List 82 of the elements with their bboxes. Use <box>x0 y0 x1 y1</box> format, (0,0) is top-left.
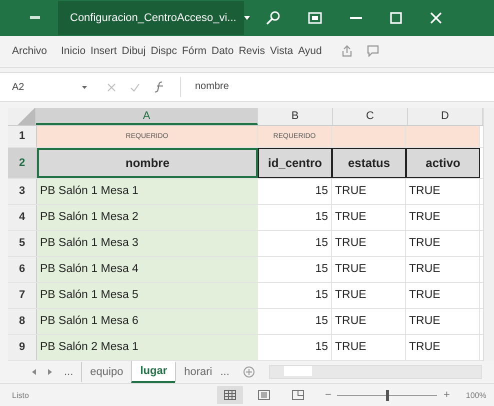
check-icon[interactable] <box>130 82 140 92</box>
table-cell: TRUE <box>332 230 406 256</box>
table-cell: PB Salón 1 Mesa 6 <box>37 308 258 334</box>
zoom-in-button[interactable]: + <box>443 389 450 402</box>
table-cell: 15 <box>258 230 332 256</box>
ribbon-tab[interactable]: Dibuj <box>122 45 146 58</box>
table-cell: TRUE <box>332 334 406 360</box>
search-icon[interactable] <box>266 10 280 25</box>
ribbon-tab[interactable]: Insert <box>90 45 117 58</box>
table-cell: TRUE <box>332 282 406 308</box>
more-sheets-button[interactable]: ... <box>64 366 74 378</box>
more-sheets-button[interactable]: ... <box>220 366 230 378</box>
table-cell: 15 <box>258 308 332 334</box>
table-cell: PB Salón 1 Mesa 4 <box>37 256 258 282</box>
table-cell: id_centro <box>258 148 332 178</box>
table-cell: 15 <box>258 204 332 230</box>
next-sheet-icon[interactable] <box>48 369 52 376</box>
status-text: Listo <box>12 390 30 400</box>
table-cell: 15 <box>258 256 332 282</box>
ribbon-tab[interactable]: Revis <box>238 45 265 58</box>
table-cell: TRUE <box>332 256 406 282</box>
row-header[interactable]: 7 <box>8 282 37 308</box>
add-sheet-icon[interactable] <box>243 366 256 378</box>
column-header[interactable]: A <box>36 108 258 125</box>
table-cell: activo <box>406 148 480 178</box>
ribbon-tab[interactable]: Vista <box>270 45 294 58</box>
ribbon-tab[interactable]: Ayud <box>298 45 322 58</box>
table-cell: 15 <box>258 178 332 204</box>
minimize-icon[interactable] <box>350 16 362 19</box>
sheet-tab[interactable]: horari <box>175 362 220 382</box>
ribbon-tab[interactable]: Dispc <box>150 45 177 58</box>
sheet-tab[interactable]: lugar <box>131 361 176 384</box>
formula-field[interactable]: nombre <box>180 77 494 98</box>
ribbon-tab[interactable]: Archivo <box>12 45 48 58</box>
table-cell: TRUE <box>406 334 480 360</box>
row-header[interactable]: 9 <box>8 334 37 360</box>
row-header[interactable]: 5 <box>8 230 37 256</box>
table-cell: TRUE <box>406 230 480 256</box>
table-cell: 15 <box>258 282 332 308</box>
row-header[interactable]: 6 <box>8 256 37 282</box>
name-box[interactable]: A2 <box>0 82 82 93</box>
display-icon[interactable] <box>308 12 322 24</box>
row-header[interactable]: 8 <box>8 308 37 334</box>
table-cell: PB Salón 1 Mesa 1 <box>37 178 258 204</box>
table-cell: PB Salón 1 Mesa 5 <box>37 282 258 308</box>
row-header[interactable]: 2 <box>8 148 37 178</box>
table-cell: TRUE <box>406 256 480 282</box>
table-cell: TRUE <box>406 178 480 204</box>
caret-icon[interactable] <box>82 86 87 89</box>
table-cell: TRUE <box>406 282 480 308</box>
window-title: Configuracion_CentroAcceso_vi... <box>58 0 244 35</box>
table-cell: TRUE <box>332 178 406 204</box>
ribbon-tab[interactable]: Inicio <box>61 45 86 58</box>
table-cell: estatus <box>332 148 406 178</box>
share-icon[interactable] <box>340 45 353 58</box>
previous-sheet-icon[interactable] <box>32 369 36 376</box>
table-cell: TRUE <box>332 204 406 230</box>
table-cell: 15 <box>258 334 332 360</box>
table-cell: TRUE <box>332 308 406 334</box>
comment-icon[interactable] <box>366 45 379 58</box>
column-header[interactable]: C <box>333 108 408 125</box>
table-cell: PB Salón 2 Mesa 1 <box>37 334 258 360</box>
zoom-out-button[interactable]: − <box>325 389 332 402</box>
function-icon[interactable] <box>154 81 166 94</box>
caret-icon[interactable] <box>244 16 250 20</box>
maximize-icon[interactable] <box>390 12 402 24</box>
horizontal-scrollbar[interactable] <box>269 365 482 380</box>
zoom-level: 100% <box>466 390 486 400</box>
row-header[interactable]: 4 <box>8 204 37 230</box>
close-icon[interactable] <box>430 12 442 24</box>
table-cell: PB Salón 1 Mesa 3 <box>37 230 258 256</box>
column-header[interactable]: B <box>258 108 333 125</box>
row-header[interactable]: 1 <box>8 126 37 147</box>
normal-view-icon[interactable] <box>217 386 243 404</box>
ribbon-tab[interactable]: Fórm <box>182 45 206 58</box>
row-header[interactable]: 3 <box>8 178 37 204</box>
table-cell: TRUE <box>406 308 480 334</box>
menu-icon[interactable] <box>30 16 40 20</box>
table-cell: PB Salón 1 Mesa 2 <box>37 204 258 230</box>
ribbon-tab[interactable]: Dato <box>212 45 234 58</box>
table-cell: TRUE <box>406 204 480 230</box>
table-cell: nombre <box>37 148 258 178</box>
